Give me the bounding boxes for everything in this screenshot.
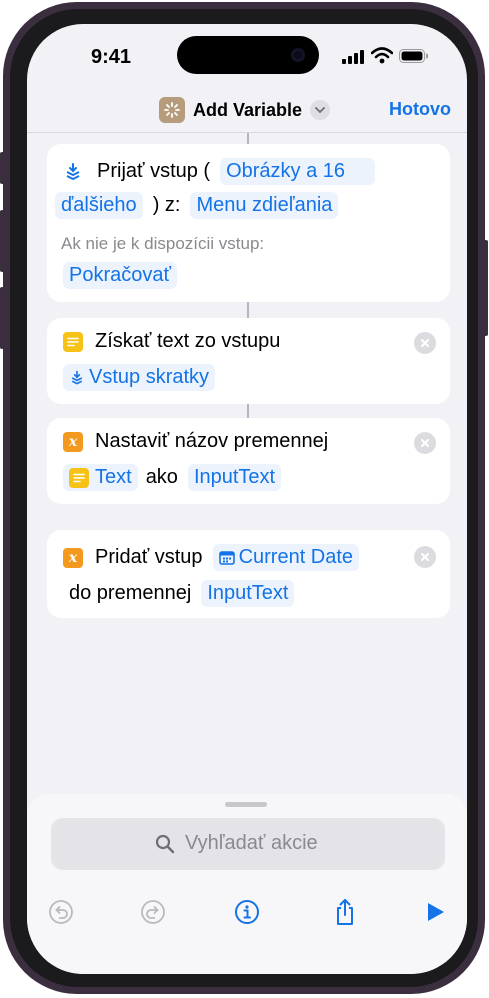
action-verb: Nastaviť názov premennej [95,430,329,452]
done-button[interactable]: Hotovo [389,99,451,120]
text-token[interactable]: Text [63,464,138,491]
search-icon [155,834,175,853]
sheet-grabber[interactable] [225,802,267,807]
status-time: 9:41 [91,46,132,68]
screen: 9:41 Add Variable Hotovo Prijať vstup (… [27,24,467,974]
nav-bar: Add Variable Hotovo [27,94,467,134]
action-card-receive-input[interactable]: Prijať vstup ( Obrázky a 16 ďalšieho ) z… [47,144,450,302]
source-token[interactable]: Menu zdieľania [190,192,339,219]
x-variable-icon: x [63,547,83,568]
fallback-label: Ak nie je k dispozícii vstup: [61,234,265,253]
shortcut-input-token[interactable]: Vstup skratky [63,364,216,391]
share-icon [337,899,353,925]
token-label: Current Date [238,546,354,568]
redo-button[interactable] [135,894,171,930]
to-variable-label: do premennej [69,582,192,604]
redo-icon [141,900,165,924]
variable-name-token[interactable]: InputText [201,580,295,607]
as-label: ako [145,466,178,488]
camera-icon [291,48,305,62]
action-verb: Prijať vstup ( [97,160,211,182]
side-button [484,240,488,336]
from-label: ) z: [152,194,181,216]
action-verb: Pridať vstup [95,546,203,568]
fallback-token[interactable]: Pokračovať [63,262,177,289]
text-lines-icon [69,467,89,488]
close-icon [421,339,429,347]
info-button[interactable] [229,894,265,930]
calendar-icon [218,550,235,565]
action-card-get-text[interactable]: Získať text zo vstupu Vstup skratky [47,318,450,404]
input-types-token[interactable]: Obrázky a 16 [220,158,376,185]
cellular-signal-icon [342,50,364,64]
x-variable-icon: x [63,431,83,452]
shortcut-title: Add Variable [193,99,303,120]
close-icon [421,439,429,447]
layers-icon [71,370,83,384]
flow-connector [247,404,249,418]
shortcut-app-icon [159,97,185,123]
action-button [0,152,4,184]
undo-button[interactable] [43,894,79,930]
search-field[interactable]: Vyhľadať akcie [51,818,445,870]
layers-icon [66,162,80,180]
chevron-down-icon [310,100,331,120]
action-card-set-variable[interactable]: x Nastaviť názov premennej Text ako Inpu… [47,418,450,504]
action-card-add-to-variable[interactable]: x Pridať vstup Current Date do premennej… [47,530,450,618]
volume-down-button [0,287,4,349]
play-icon [428,903,444,921]
volume-up-button [0,210,4,272]
dynamic-island [177,36,319,74]
remove-action-button[interactable] [414,332,436,354]
token-label: Vstup skratky [89,366,210,388]
close-icon [421,553,429,561]
input-types-token-cont[interactable]: ďalšieho [55,192,143,219]
action-verb: Získať text zo vstupu [95,330,281,352]
editor-toolbar [27,894,467,934]
flow-connector [247,302,249,318]
remove-action-button[interactable] [414,432,436,454]
current-date-token[interactable]: Current Date [212,544,360,571]
variable-name-token[interactable]: InputText [187,464,282,491]
remove-action-button[interactable] [414,546,436,568]
phone-frame: 9:41 Add Variable Hotovo Prijať vstup (… [0,2,488,994]
actions-sheet: Vyhľadať akcie [27,794,467,974]
text-lines-icon [63,331,83,352]
undo-icon [49,900,73,924]
token-label: Text [95,466,132,488]
status-bar: 9:41 [27,24,467,84]
share-button[interactable] [327,894,363,930]
wifi-icon [371,47,393,64]
battery-icon [399,49,428,63]
search-placeholder: Vyhľadať akcie [185,832,318,854]
run-button[interactable] [417,894,453,930]
info-icon [235,900,259,924]
shortcut-title-menu[interactable]: Add Variable [159,94,331,126]
sparkle-icon [164,102,180,118]
